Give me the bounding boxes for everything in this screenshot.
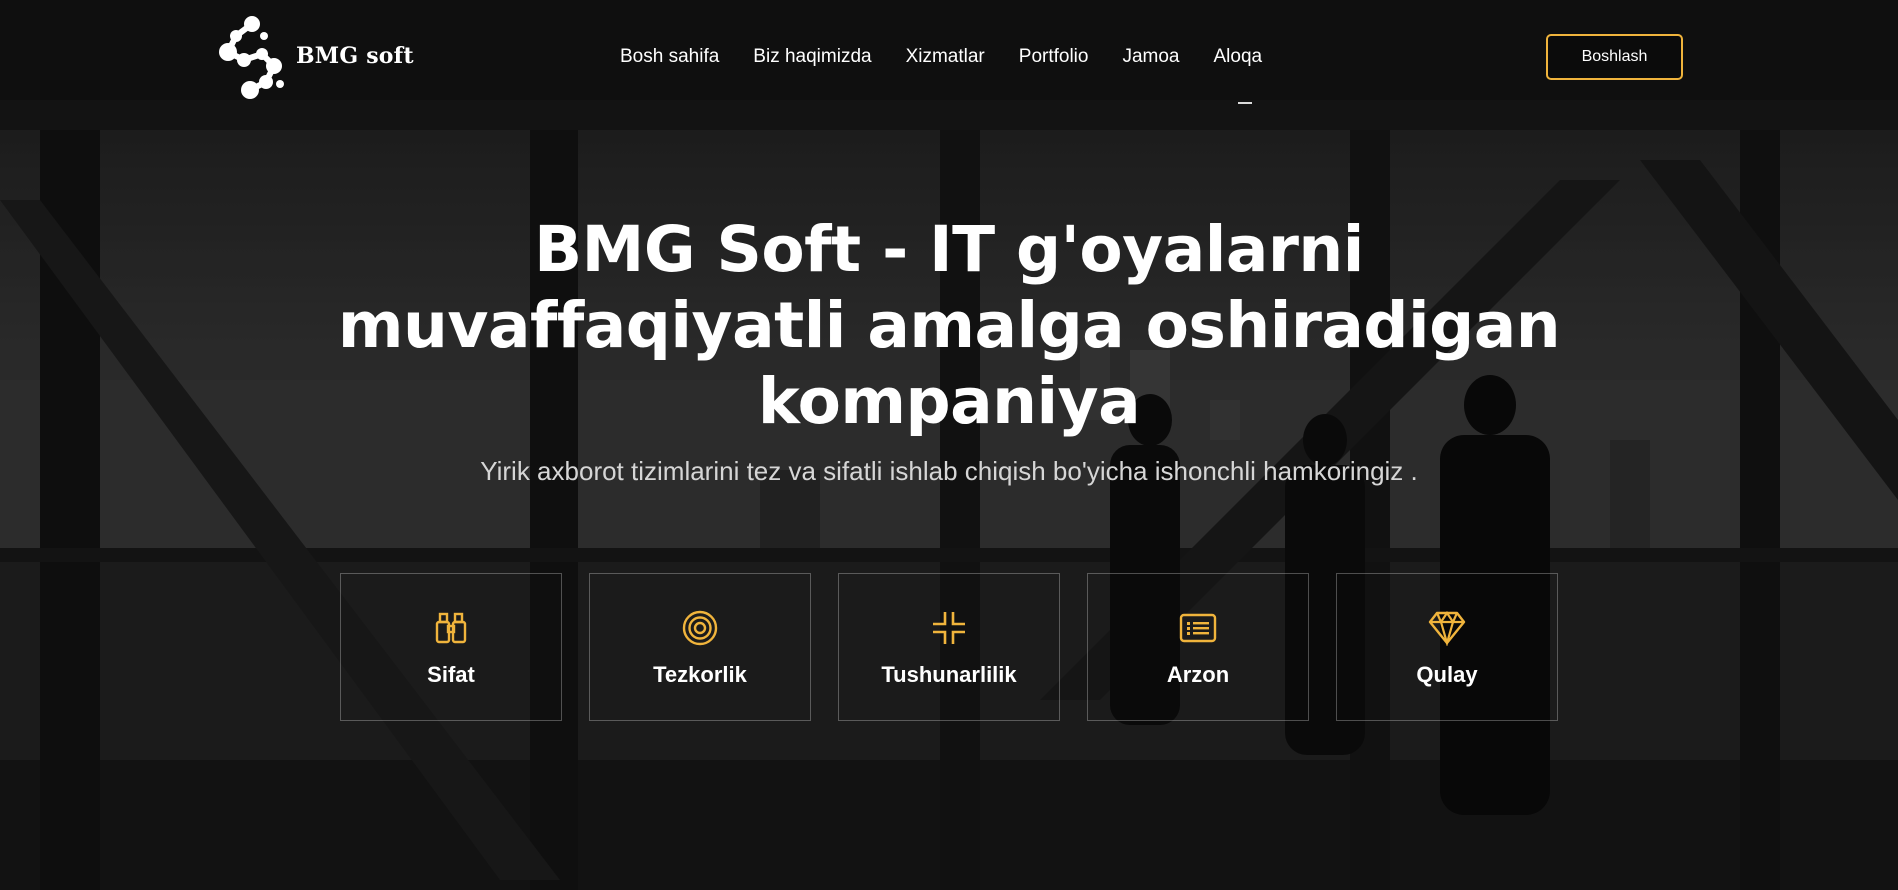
hero-subtitle: Yirik axborot tizimlarini tez va sifatli…: [480, 456, 1418, 486]
feature-label: Arzon: [1166, 662, 1230, 687]
hero-title-line-2: muvaffaqiyatli amalga oshiradigan: [337, 289, 1561, 362]
brand-logo[interactable]: BMG soft: [214, 10, 414, 102]
brand-name: BMG soft: [296, 43, 414, 69]
feature-label: Qulay: [1416, 662, 1478, 687]
target-icon: [680, 608, 720, 648]
feature-card-affordable[interactable]: Arzon: [1087, 573, 1309, 721]
hero-title-line-1: BMG Soft - IT g'oyalarni: [534, 213, 1364, 286]
feature-label: Sifat: [427, 662, 475, 687]
main-nav: Bosh sahifa Biz haqimizda Xizmatlar Port…: [620, 40, 1296, 104]
feature-list: Sifat Tezkorlik Tushunarlilik Arzon Qula…: [340, 573, 1558, 721]
nav-item-about[interactable]: Biz haqimizda: [753, 46, 871, 68]
diamond-icon: [1427, 608, 1467, 648]
arrows-inward-icon: [929, 608, 969, 648]
feature-label: Tezkorlik: [653, 662, 747, 687]
nav-item-home[interactable]: Bosh sahifa: [620, 46, 719, 68]
feature-card-convenient[interactable]: Qulay: [1336, 573, 1558, 721]
nav-item-services[interactable]: Xizmatlar: [906, 46, 985, 68]
site-header: BMG soft Bosh sahifa Biz haqimizda Xizma…: [0, 0, 1898, 112]
feature-card-quality[interactable]: Sifat: [340, 573, 562, 721]
feature-label: Tushunarlilik: [881, 662, 1017, 687]
hero-title-line-3: kompaniya: [757, 365, 1141, 438]
feature-card-speed[interactable]: Tezkorlik: [589, 573, 811, 721]
feature-card-clarity[interactable]: Tushunarlilik: [838, 573, 1060, 721]
nav-active-underline: [1238, 102, 1252, 104]
nav-item-contact[interactable]: Aloqa: [1214, 46, 1263, 68]
nav-item-team[interactable]: Jamoa: [1122, 46, 1179, 68]
list-card-icon: [1178, 608, 1218, 648]
dark-overlay: [0, 0, 1898, 890]
start-button[interactable]: Boshlash: [1546, 34, 1683, 80]
brand-logo-icon: [219, 16, 284, 99]
binoculars-icon: [431, 608, 471, 648]
hero-title: BMG Soft - IT g'oyalarni muvaffaqiyatli …: [300, 212, 1598, 440]
nav-item-portfolio[interactable]: Portfolio: [1019, 46, 1089, 68]
